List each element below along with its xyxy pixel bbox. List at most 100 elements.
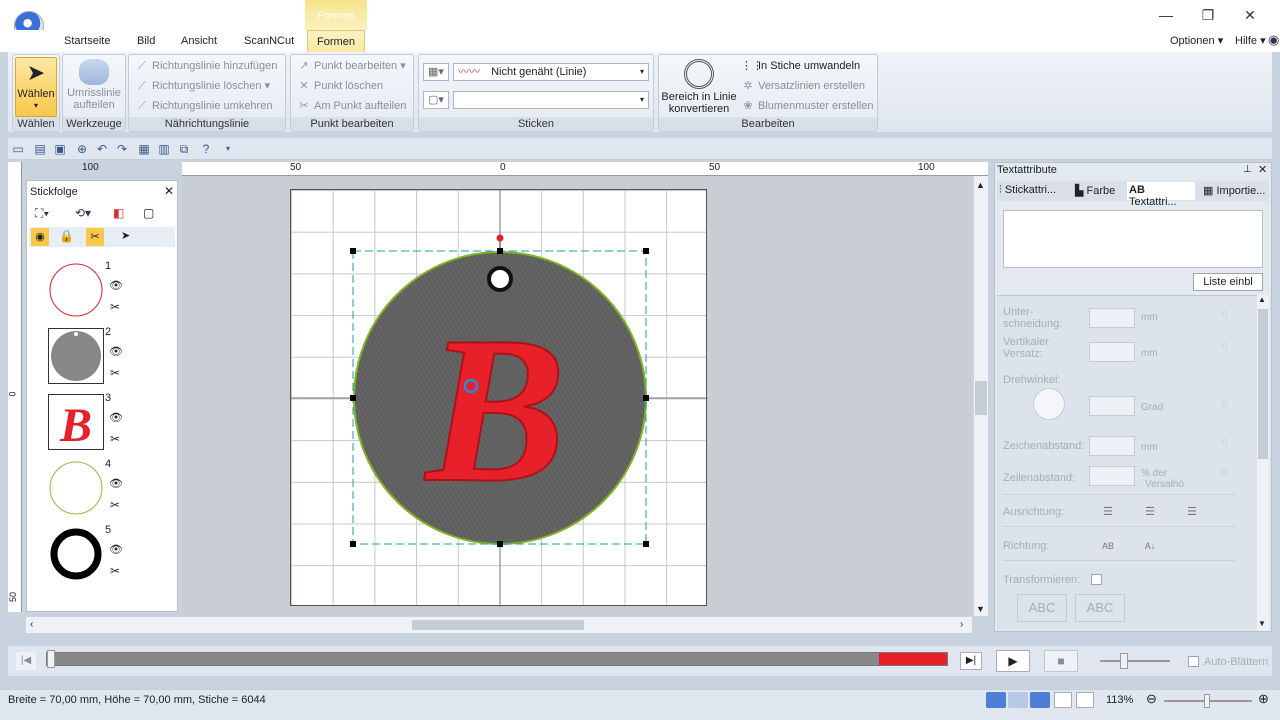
tab-ansicht[interactable]: Ansicht (177, 30, 221, 52)
stickfolge-item-3[interactable]: B 3 👁 ✂ (27, 389, 177, 453)
text-list-box[interactable] (1003, 210, 1263, 268)
transformieren-checkbox[interactable] (1091, 574, 1102, 585)
eye-icon[interactable]: 👁 (109, 543, 123, 556)
reset-icon[interactable]: ⌂ (1221, 398, 1228, 410)
liste-einbl-button[interactable]: Liste einbl (1193, 273, 1263, 291)
region-type-select[interactable]: ▾ (453, 91, 649, 109)
pointer-icon[interactable]: ➤ (121, 229, 130, 242)
undo-icon[interactable]: ↶ (94, 141, 110, 157)
horizontal-scrollbar[interactable]: ‹ › (26, 617, 972, 633)
zeilenabstand-input[interactable] (1089, 466, 1135, 486)
reset-icon[interactable]: ⌂ (1221, 308, 1228, 320)
speed-handle[interactable] (1120, 653, 1128, 669)
punkt-loeschen-button[interactable]: ✕ Punkt löschen (297, 77, 383, 95)
richtungslinie-loeschen[interactable]: ⟋ Richtungslinie löschen ▾ (135, 77, 270, 95)
view-stitch-icon[interactable] (1008, 692, 1028, 708)
zoom-out-icon[interactable]: ⊖ (1146, 691, 1157, 707)
slider-handle[interactable] (47, 650, 55, 668)
zeichenabstand-input[interactable] (1089, 436, 1135, 456)
pin-icon[interactable]: ⊥ (1243, 164, 1252, 175)
scroll-down-icon[interactable]: ▼ (976, 604, 985, 614)
stitch-progress-slider[interactable] (46, 650, 948, 668)
stitch-x-icon[interactable]: ✂ (110, 564, 120, 578)
line-color-select[interactable]: ▦▾ (423, 63, 449, 81)
save-icon[interactable]: ▣ (52, 141, 68, 157)
align-left-icon[interactable]: ☰ (1095, 502, 1121, 522)
tab-farbe[interactable]: ▙ Farbe (1075, 184, 1115, 197)
am-punkt-aufteilen-button[interactable]: ✂ Am Punkt aufteilen (297, 97, 406, 115)
waehlen-button[interactable]: ➤ Wählen ▾ (15, 57, 57, 117)
stickfolge-item-5[interactable]: 5 👁 ✂ (27, 521, 177, 585)
help-icon[interactable]: ◉ (1268, 32, 1279, 48)
stickfolge-item-2[interactable]: 2 👁 ✂ (27, 323, 177, 387)
vertikaler-versatz-input[interactable] (1089, 342, 1135, 362)
richtungslinie-hinzufuegen[interactable]: ⟋ Richtungslinie hinzufügen (135, 57, 277, 75)
vertical-direction-icon[interactable]: A↓ (1137, 536, 1163, 556)
open-folder-icon[interactable]: ▤ (32, 141, 48, 157)
angle-dial[interactable] (1033, 388, 1065, 420)
frame-icon[interactable]: ▢ (143, 206, 154, 220)
arc-text-bottom-button[interactable]: ABC (1075, 594, 1125, 622)
scroll-thumb[interactable] (975, 381, 987, 415)
scroll-down-icon[interactable]: ▼ (1258, 619, 1266, 628)
line-type-select[interactable]: 〰〰 Nicht genäht (Linie) ▾ (453, 63, 649, 81)
embroidery-canvas[interactable]: B (290, 189, 708, 607)
reset-icon[interactable]: ⌂ (1221, 340, 1228, 352)
preview-icon[interactable]: ▦ (136, 141, 152, 157)
skip-start-icon[interactable]: |◀ (16, 652, 36, 670)
stitch-x-icon[interactable]: ✂ (110, 300, 120, 314)
zoom-in-icon[interactable]: ⊕ (1258, 691, 1269, 707)
view-design-icon[interactable] (986, 692, 1006, 708)
close-button[interactable]: ✕ (1232, 4, 1268, 26)
reset-icon[interactable]: ⌂ (1221, 436, 1228, 448)
play-icon[interactable]: ▶ (996, 650, 1030, 672)
in-stiche-umwandeln-button[interactable]: ⋮⋮In Stiche umwandeln (741, 57, 860, 75)
skip-end-icon[interactable]: ▶| (960, 652, 982, 670)
minimize-button[interactable]: — (1148, 4, 1184, 26)
scroll-left-icon[interactable]: ‹ (30, 619, 33, 630)
stitch-x-icon[interactable]: ✂ (110, 498, 120, 512)
stop-icon[interactable]: ■ (1044, 650, 1078, 672)
drehwinkel-input[interactable] (1089, 396, 1135, 416)
restore-button[interactable]: ❐ (1190, 4, 1226, 26)
vertical-scrollbar[interactable]: ▲ ▼ (974, 176, 988, 616)
panel-scrollbar[interactable]: ▲ ▼ (1257, 295, 1269, 631)
richtungslinie-umkehren[interactable]: ⟋ Richtungslinie umkehren (135, 97, 272, 115)
reset-icon[interactable]: ⌂ (1221, 466, 1228, 478)
arc-text-top-button[interactable]: ABC (1017, 594, 1067, 622)
unterschneidung-input[interactable] (1089, 308, 1135, 328)
umrisslinie-aufteilen-button[interactable]: Umrisslinie aufteilen (65, 57, 123, 111)
scroll-thumb[interactable] (1258, 309, 1268, 459)
tab-bild[interactable]: Bild (133, 30, 159, 52)
redo-icon[interactable]: ↷ (114, 141, 130, 157)
view-page-icon[interactable] (1054, 692, 1072, 708)
options-menu[interactable]: Optionen ▾ (1170, 34, 1223, 47)
stickfolge-item-4[interactable]: 4 👁 ✂ (27, 455, 177, 519)
bereich-in-linie-button[interactable]: Bereich in Linie konvertieren (661, 57, 737, 115)
scroll-thumb[interactable] (412, 620, 584, 630)
view-realistic-icon[interactable] (1030, 692, 1050, 708)
speed-slider[interactable] (1100, 653, 1170, 669)
versatzlinien-erstellen-button[interactable]: ✲ Versatzlinien erstellen (741, 77, 865, 95)
eye-icon[interactable]: 👁 (109, 411, 123, 424)
zoom-icon[interactable]: ⊕ (74, 141, 90, 157)
close-icon[interactable]: ✕ (1258, 163, 1267, 176)
select-frame-icon[interactable]: ⛶▾ (35, 206, 49, 221)
tab-startseite[interactable]: Startseite (60, 30, 114, 52)
print-icon[interactable]: ▥ (156, 141, 172, 157)
stitch-x-icon[interactable]: ✂ (110, 432, 120, 446)
tab-textattribute[interactable]: AB Textattri... (1127, 182, 1195, 208)
lock-icon[interactable]: 🔒 (59, 229, 74, 243)
view-grid-icon[interactable] (1076, 692, 1094, 708)
new-file-icon[interactable]: ▭ (10, 141, 26, 157)
tab-formen[interactable]: Formen (307, 30, 365, 52)
stitch-filter-icon[interactable]: ✂ (86, 228, 104, 246)
auto-blaettern-checkbox[interactable] (1188, 656, 1199, 667)
horizontal-direction-icon[interactable]: AB (1095, 536, 1121, 556)
eye-icon[interactable]: 👁 (109, 345, 123, 358)
eye-filter-icon[interactable]: ◉ (31, 228, 49, 246)
transfer-icon[interactable]: ⧉ (176, 141, 192, 157)
tab-importieren[interactable]: ▦ Importie... (1203, 184, 1265, 197)
help-circle-icon[interactable]: ? (198, 141, 214, 157)
stickfolge-item-1[interactable]: 1 👁 ✂ (27, 257, 177, 321)
